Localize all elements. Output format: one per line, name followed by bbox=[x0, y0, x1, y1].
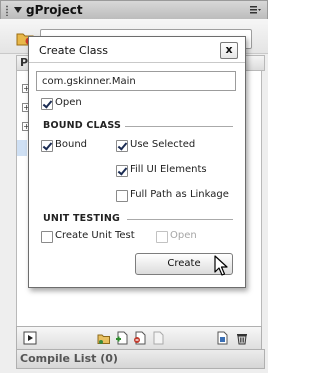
create-unit-test-checkbox[interactable] bbox=[41, 231, 53, 243]
panel-title: gProject bbox=[26, 3, 83, 17]
settings-doc-icon[interactable] bbox=[215, 331, 229, 345]
panel-titlebar[interactable]: gProject bbox=[0, 0, 268, 20]
play-box-icon[interactable] bbox=[23, 331, 37, 345]
dialog-divider bbox=[29, 62, 245, 63]
unit-open-label: Open bbox=[170, 230, 197, 241]
tree-header-label: P bbox=[20, 56, 29, 69]
grip-icon[interactable] bbox=[5, 5, 9, 16]
unit-testing-heading: UNIT TESTING bbox=[43, 213, 120, 224]
add-folder-icon[interactable] bbox=[97, 331, 111, 345]
class-name-input[interactable] bbox=[36, 71, 236, 91]
triangle-down-icon[interactable] bbox=[14, 7, 22, 13]
fill-ui-elements-checkbox[interactable] bbox=[116, 165, 128, 177]
create-unit-test-label: Create Unit Test bbox=[55, 230, 135, 241]
open-checkbox[interactable] bbox=[41, 98, 53, 110]
use-selected-checkbox[interactable] bbox=[116, 140, 128, 152]
tree-selected-row[interactable] bbox=[17, 140, 27, 156]
add-file-icon[interactable] bbox=[115, 331, 129, 345]
mouse-pointer-icon bbox=[214, 255, 228, 276]
blank-file-icon[interactable] bbox=[151, 331, 165, 345]
close-button[interactable]: x bbox=[220, 42, 238, 59]
list-menu-icon[interactable] bbox=[249, 4, 261, 16]
section-divider bbox=[125, 126, 233, 127]
compile-list-bar[interactable]: Compile List (0) bbox=[16, 349, 265, 369]
bound-class-heading: BOUND CLASS bbox=[43, 120, 122, 131]
use-selected-label: Use Selected bbox=[130, 139, 196, 150]
dialog-title: Create Class bbox=[39, 44, 108, 57]
trash-icon[interactable] bbox=[235, 331, 249, 345]
bound-label: Bound bbox=[55, 139, 88, 150]
open-label: Open bbox=[55, 97, 82, 108]
bound-checkbox[interactable] bbox=[41, 140, 53, 152]
fill-ui-elements-label: Fill UI Elements bbox=[130, 164, 207, 175]
full-path-linkage-label: Full Path as Linkage bbox=[130, 189, 229, 200]
compile-list-label: Compile List (0) bbox=[20, 352, 118, 365]
create-class-dialog: Create Class x Open BOUND CLASS Bound Us… bbox=[28, 36, 246, 288]
unit-open-checkbox[interactable] bbox=[156, 231, 168, 243]
full-path-linkage-checkbox[interactable] bbox=[116, 190, 128, 202]
remove-file-icon[interactable] bbox=[133, 331, 147, 345]
section-divider bbox=[127, 219, 233, 220]
bottom-toolbar bbox=[16, 326, 262, 350]
